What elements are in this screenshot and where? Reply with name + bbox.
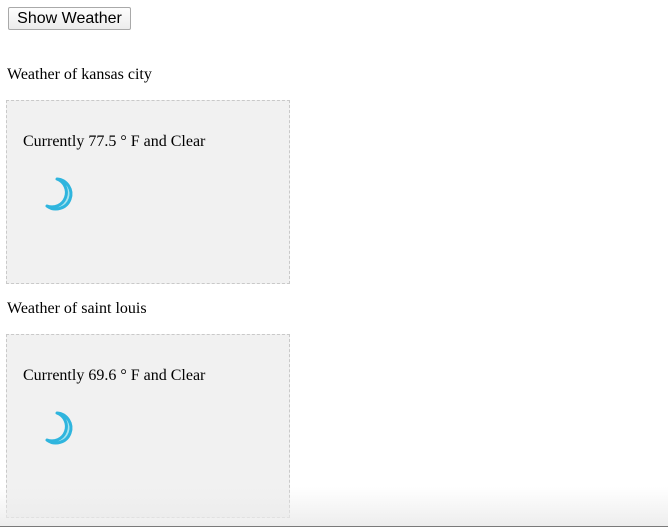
city-heading-saint-louis: Weather of saint louis: [7, 300, 147, 317]
weather-panel-saint-louis: Currently 69.6 ° F and Clear: [6, 334, 290, 518]
current-conditions: Currently 77.5 ° F and Clear: [23, 133, 206, 150]
weather-panel-kansas-city: Currently 77.5 ° F and Clear: [6, 100, 290, 284]
current-conditions: Currently 69.6 ° F and Clear: [23, 367, 206, 384]
show-weather-button[interactable]: Show Weather: [8, 7, 131, 30]
city-heading-kansas-city: Weather of kansas city: [7, 66, 152, 83]
moon-icon: [43, 175, 81, 213]
moon-icon: [43, 409, 81, 447]
